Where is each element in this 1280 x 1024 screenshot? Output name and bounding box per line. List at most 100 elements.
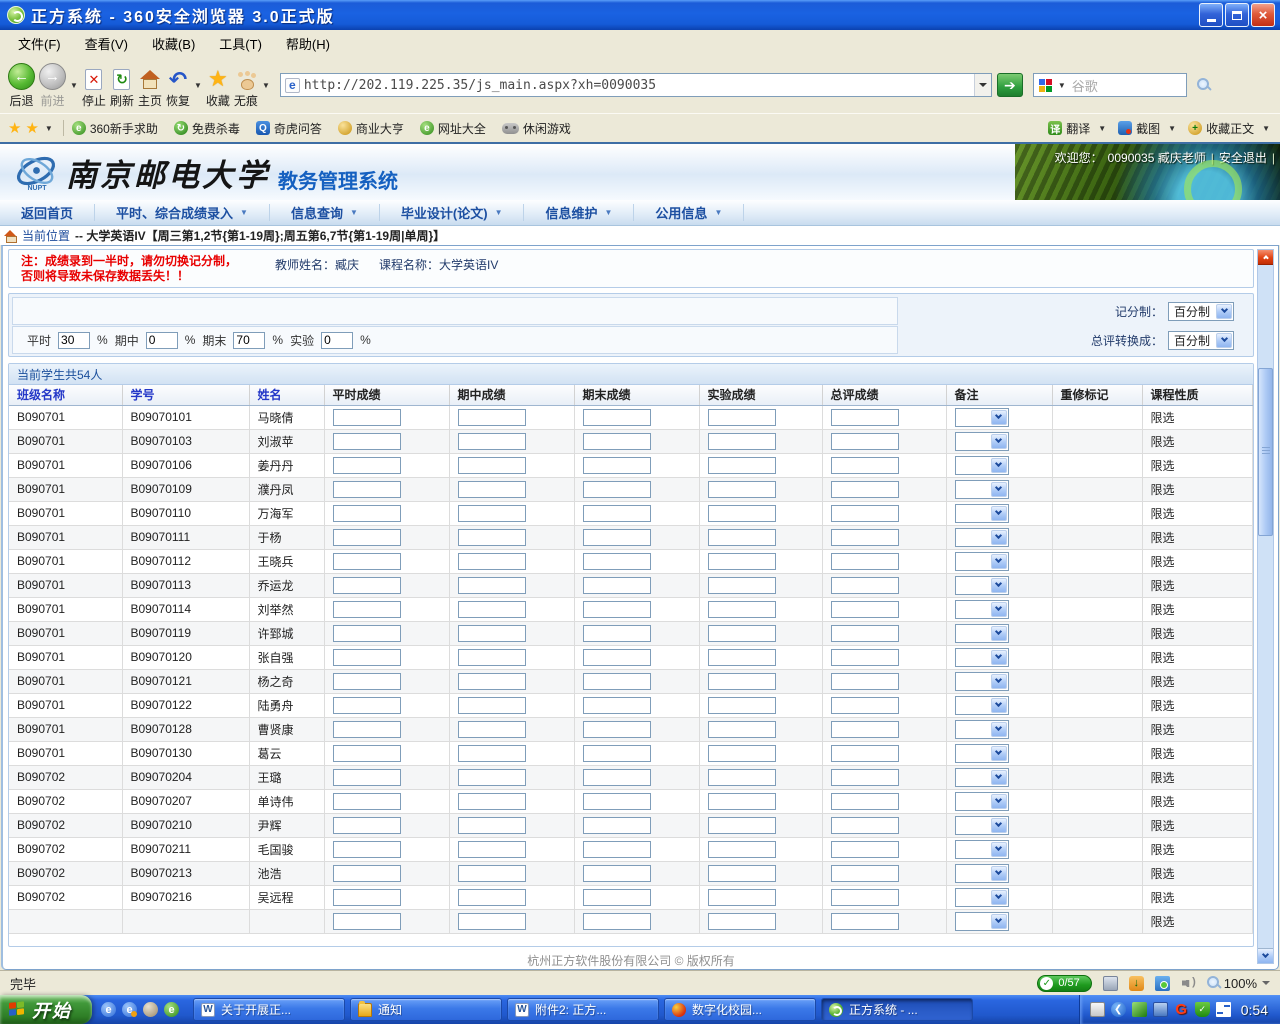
search-magnifier-icon[interactable]: [1197, 78, 1211, 92]
total-score-input[interactable]: [831, 817, 899, 834]
menu-item[interactable]: 帮助(H): [274, 30, 342, 57]
final-score-input[interactable]: [583, 601, 651, 618]
midterm-score-input[interactable]: [458, 841, 526, 858]
final-score-input[interactable]: [583, 433, 651, 450]
ie-gold-icon[interactable]: e: [122, 1002, 137, 1017]
chevron-down-icon[interactable]: [991, 698, 1007, 713]
midterm-score-input[interactable]: [458, 625, 526, 642]
midterm-score-input[interactable]: [458, 697, 526, 714]
remark-select[interactable]: [955, 504, 1009, 523]
chevron-down-icon[interactable]: [991, 770, 1007, 785]
regular-score-input[interactable]: [333, 457, 401, 474]
lab-score-input[interactable]: [708, 721, 776, 738]
regular-score-input[interactable]: [333, 769, 401, 786]
keyboard-icon[interactable]: [1090, 1002, 1105, 1017]
midterm-score-input[interactable]: [458, 721, 526, 738]
regular-score-input[interactable]: [333, 721, 401, 738]
back-button[interactable]: ← 后退: [8, 61, 35, 109]
regular-score-input[interactable]: [333, 745, 401, 762]
remark-select[interactable]: [955, 720, 1009, 739]
chevron-down-icon[interactable]: [991, 674, 1007, 689]
taskbar-task-button[interactable]: W关于开展正...: [193, 998, 345, 1021]
start-button[interactable]: 开始: [0, 995, 92, 1024]
bookmark-item[interactable]: e360新手求助: [72, 120, 158, 137]
download-manager-icon[interactable]: ↓: [1129, 976, 1144, 991]
total-score-input[interactable]: [831, 649, 899, 666]
sogou-g-icon[interactable]: G: [1174, 1002, 1189, 1017]
chevron-down-icon[interactable]: [991, 530, 1007, 545]
final-score-input[interactable]: [583, 529, 651, 546]
chevron-down-icon[interactable]: ▼: [1098, 124, 1106, 133]
close-button[interactable]: ×: [1251, 3, 1275, 27]
chevron-down-icon[interactable]: [991, 746, 1007, 761]
total-score-input[interactable]: [831, 577, 899, 594]
regular-score-input[interactable]: [333, 433, 401, 450]
ie-icon[interactable]: e: [101, 1002, 116, 1017]
favorites-star-icon[interactable]: ★: [8, 119, 21, 137]
regular-score-input[interactable]: [333, 865, 401, 882]
total-score-input[interactable]: [831, 625, 899, 642]
remark-select[interactable]: [955, 576, 1009, 595]
total-score-input[interactable]: [831, 865, 899, 882]
total-score-input[interactable]: [831, 913, 899, 930]
midterm-score-input[interactable]: [458, 817, 526, 834]
lab-score-input[interactable]: [708, 841, 776, 858]
remark-select[interactable]: [955, 816, 1009, 835]
refresh-button[interactable]: ↻ 刷新: [110, 61, 134, 109]
lab-score-input[interactable]: [708, 529, 776, 546]
remark-select[interactable]: [955, 600, 1009, 619]
nav-item[interactable]: 毕业设计(论文)▼: [380, 204, 525, 221]
final-score-input[interactable]: [583, 577, 651, 594]
midterm-score-input[interactable]: [458, 649, 526, 666]
network-icon[interactable]: [1153, 1002, 1168, 1017]
regular-score-input[interactable]: [333, 409, 401, 426]
360-helper-icon[interactable]: ❮: [1111, 1002, 1126, 1017]
bookmark-item[interactable]: 译翻译: [1048, 120, 1090, 137]
360-browser-icon[interactable]: e: [164, 1002, 179, 1017]
pc-repair-icon[interactable]: [1103, 976, 1118, 991]
lab-score-input[interactable]: [708, 577, 776, 594]
regular-score-input[interactable]: [333, 793, 401, 810]
chevron-down-icon[interactable]: [991, 410, 1007, 425]
green-utility-icon[interactable]: [1132, 1002, 1147, 1017]
remark-select[interactable]: [955, 744, 1009, 763]
final-score-input[interactable]: [583, 457, 651, 474]
midterm-score-input[interactable]: [458, 889, 526, 906]
regular-score-input[interactable]: [333, 625, 401, 642]
scroll-down-button[interactable]: [1258, 948, 1273, 963]
midterm-score-input[interactable]: [458, 409, 526, 426]
final-score-input[interactable]: [583, 745, 651, 762]
regular-score-input[interactable]: [333, 673, 401, 690]
lab-score-input[interactable]: [708, 673, 776, 690]
incognito-dropdown-icon[interactable]: ▼: [262, 81, 270, 90]
bookmark-item[interactable]: ↻免费杀毒: [174, 120, 240, 137]
midterm-score-input[interactable]: [458, 865, 526, 882]
url-text[interactable]: http://202.119.225.35/js_main.aspx?xh=00…: [304, 78, 974, 93]
lab-score-input[interactable]: [708, 865, 776, 882]
final-score-input[interactable]: [583, 793, 651, 810]
page-scrollbar[interactable]: [1257, 249, 1274, 964]
lab-score-input[interactable]: [708, 745, 776, 762]
lab-score-input[interactable]: [708, 649, 776, 666]
address-dropdown-button[interactable]: [974, 74, 991, 96]
total-score-input[interactable]: [831, 409, 899, 426]
total-score-input[interactable]: [831, 841, 899, 858]
nav-item[interactable]: 公用信息▼: [634, 204, 744, 221]
regular-weight-input[interactable]: [58, 332, 90, 349]
lab-score-input[interactable]: [708, 769, 776, 786]
final-weight-input[interactable]: [233, 332, 265, 349]
chevron-down-icon[interactable]: [991, 650, 1007, 665]
input-method-icon[interactable]: [1216, 1002, 1231, 1017]
stop-button[interactable]: ✕ 停止: [82, 61, 106, 109]
chevron-down-icon[interactable]: [991, 866, 1007, 881]
final-score-input[interactable]: [583, 649, 651, 666]
favorites-button[interactable]: ★ 收藏: [206, 61, 230, 109]
history-dropdown-icon[interactable]: ▼: [70, 81, 78, 90]
remark-select[interactable]: [955, 768, 1009, 787]
midterm-score-input[interactable]: [458, 433, 526, 450]
total-score-input[interactable]: [831, 769, 899, 786]
chevron-down-icon[interactable]: [991, 554, 1007, 569]
zoom-control[interactable]: 100%: [1207, 976, 1270, 991]
scroll-up-button[interactable]: [1258, 250, 1273, 265]
midterm-score-input[interactable]: [458, 505, 526, 522]
